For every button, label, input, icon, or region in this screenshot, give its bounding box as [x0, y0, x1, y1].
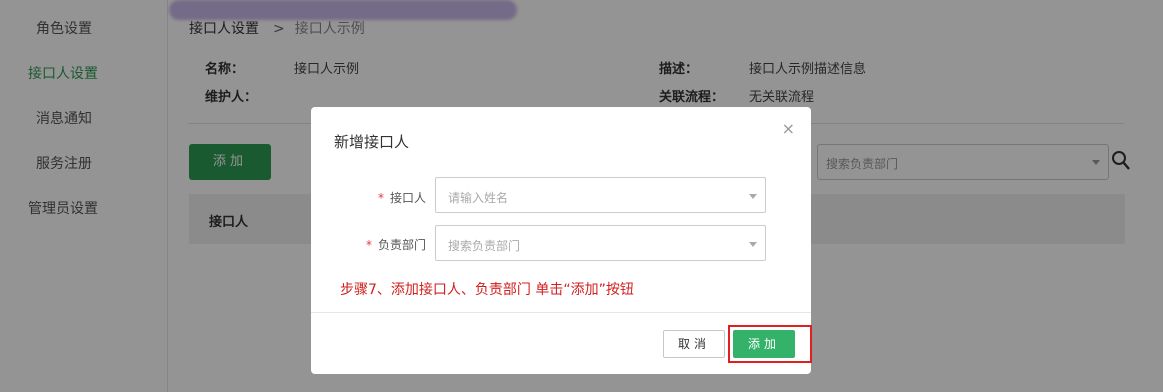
- confirm-add-button[interactable]: 添加: [733, 330, 795, 358]
- required-mark: *: [377, 191, 384, 205]
- dept-select-placeholder: 搜索负责部门: [448, 239, 521, 253]
- dialog-title: 新增接口人: [334, 133, 410, 151]
- dept-field-label-text: 负责部门: [377, 238, 426, 252]
- close-icon[interactable]: ×: [782, 119, 795, 138]
- contact-name-placeholder: 请输入姓名: [448, 191, 509, 205]
- add-contact-dialog: 新增接口人 × * 接口人 请输入姓名 * 负责部门 搜索负责部门 步骤7、添加接口…: [311, 107, 812, 374]
- cancel-button[interactable]: 取消: [663, 330, 725, 358]
- dialog-footer-divider: [311, 312, 811, 313]
- contact-field-label-text: 接口人: [389, 191, 426, 205]
- contact-name-select[interactable]: 请输入姓名: [435, 177, 766, 213]
- dept-select[interactable]: 搜索负责部门: [435, 225, 766, 261]
- required-mark: *: [365, 238, 372, 252]
- contact-field-label: * 接口人: [336, 189, 426, 206]
- instruction-annotation: 步骤7、添加接口人、负责部门 单击“添加”按钮: [340, 282, 634, 298]
- chevron-down-icon: [749, 242, 757, 247]
- dept-field-label: * 负责部门: [336, 236, 426, 253]
- chevron-down-icon: [749, 194, 757, 199]
